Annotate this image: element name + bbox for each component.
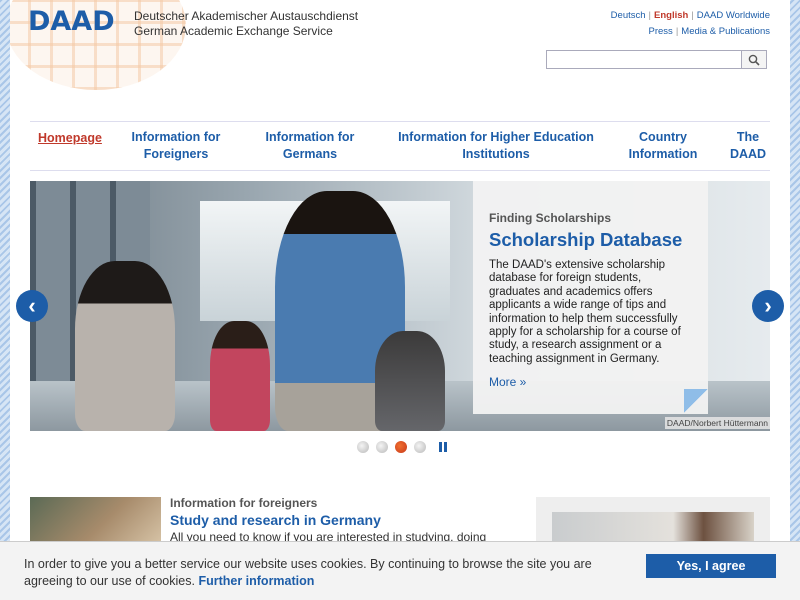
link-daad-worldwide[interactable]: DAAD Worldwide (697, 10, 770, 21)
search-icon (748, 54, 760, 66)
chevron-left-icon: ‹ (28, 293, 36, 318)
org-name-english: German Academic Exchange Service (134, 24, 333, 38)
link-deutsch[interactable]: Deutsch (611, 10, 646, 21)
slide-kicker: Finding Scholarships (489, 211, 612, 225)
org-name-german: Deutscher Akademischer Austauschdienst (134, 9, 359, 23)
cookie-message: In order to give you a better service ou… (24, 556, 634, 590)
teaser-kicker: Information for foreigners (170, 496, 318, 510)
slide-title[interactable]: Scholarship Database (489, 229, 692, 251)
cookie-agree-button[interactable]: Yes, I agree (646, 554, 776, 578)
main-navigation: Homepage Information for Foreigners Info… (30, 121, 770, 171)
slide-text: The DAAD's extensive scholarship databas… (489, 259, 681, 365)
slide-dot-1[interactable] (357, 441, 369, 453)
nav-country-information[interactable]: Country Information (618, 129, 708, 163)
hero-slider: Finding Scholarships Scholarship Databas… (30, 181, 770, 431)
daad-logo[interactable]: DAAD (28, 6, 115, 37)
slide-corner-decoration (684, 389, 708, 413)
slider-pagination (357, 440, 447, 454)
slide-dot-2[interactable] (376, 441, 388, 453)
top-links: Deutsch | English | DAAD Worldwide Press | Med… (610, 10, 770, 37)
cookie-banner: In order to give you a better service ou… (0, 541, 800, 600)
slide-person (210, 321, 270, 431)
slide-dot-3[interactable] (395, 441, 407, 453)
chevron-right-icon: › (764, 293, 772, 318)
slide-more-link[interactable]: More » (489, 375, 692, 389)
search-button[interactable] (741, 51, 766, 68)
slide-dot-4[interactable] (414, 441, 426, 453)
nav-homepage[interactable]: Homepage (38, 130, 102, 147)
cookie-further-information-link[interactable]: Further information (198, 574, 314, 588)
link-press[interactable]: Press (649, 26, 673, 37)
slide-person (75, 261, 175, 431)
teaser-image[interactable] (30, 497, 161, 547)
nav-information-for-germans[interactable]: Information for Germans (260, 129, 360, 163)
search-input[interactable] (547, 51, 741, 68)
slide-person (375, 331, 445, 431)
teaser-title[interactable]: Study and research in Germany (170, 512, 381, 528)
page: DAAD Deutscher Akademischer Austauschdie… (10, 0, 790, 600)
nav-information-for-higher-education[interactable]: Information for Higher Education Institu… (390, 129, 602, 163)
pause-icon[interactable] (439, 442, 447, 452)
link-english[interactable]: English (654, 10, 688, 21)
slider-prev-button[interactable]: ‹ (16, 290, 48, 322)
slider-next-button[interactable]: › (752, 290, 784, 322)
slide-caption: Finding Scholarships Scholarship Databas… (473, 181, 708, 414)
search-box (546, 50, 767, 69)
nav-the-daad[interactable]: The DAAD (720, 129, 776, 163)
link-media-publications[interactable]: Media & Publications (681, 26, 770, 37)
photo-credit: DAAD/Norbert Hüttermann (664, 417, 770, 429)
nav-information-for-foreigners[interactable]: Information for Foreigners (126, 129, 226, 163)
organization-name: Deutscher Akademischer Austauschdienst G… (134, 9, 358, 39)
